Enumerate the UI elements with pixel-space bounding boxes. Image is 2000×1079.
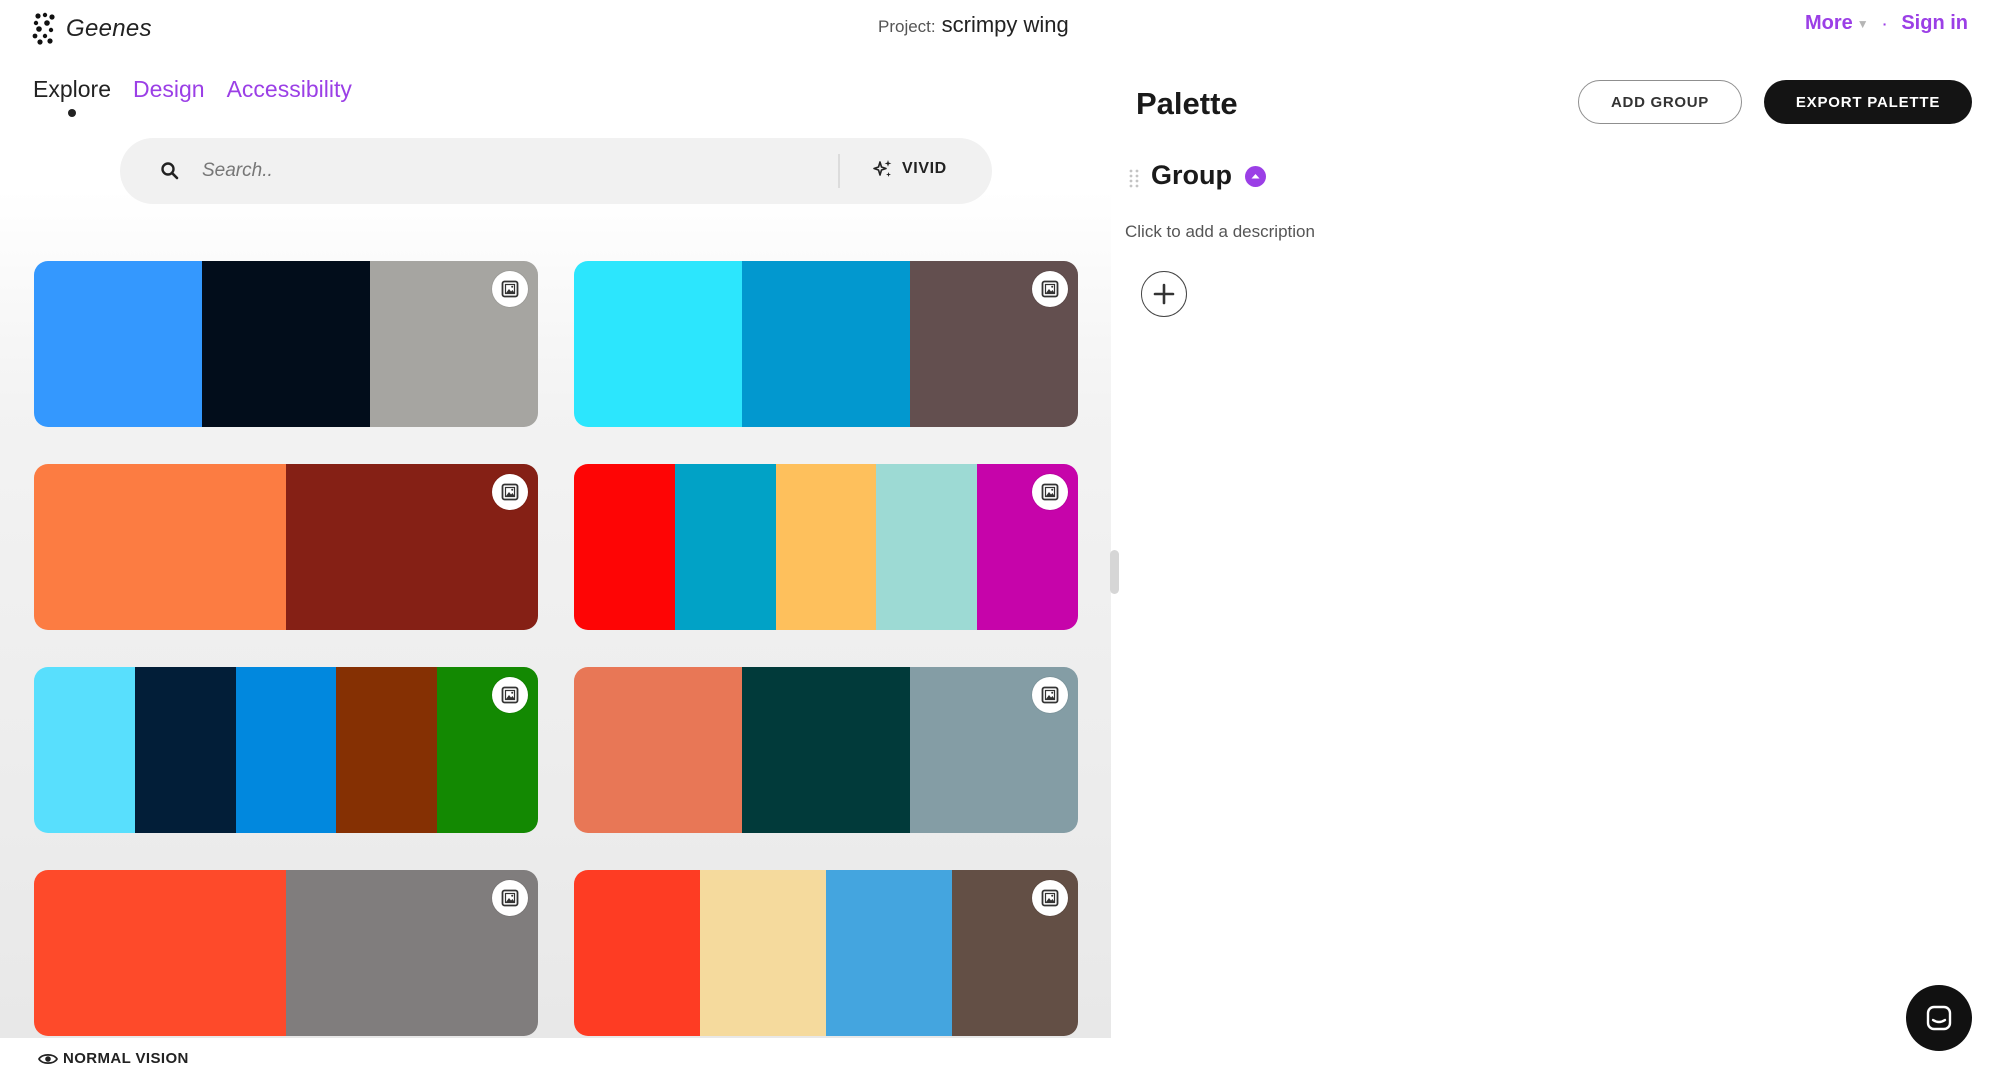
drag-handle-icon[interactable] [1128, 168, 1140, 188]
caret-down-icon: ▼ [1856, 16, 1869, 31]
palette-card[interactable] [574, 667, 1078, 833]
image-glyph [1041, 280, 1059, 298]
search-bar: VIVID [120, 138, 992, 204]
palette-card[interactable] [574, 870, 1078, 1036]
color-swatch[interactable] [574, 464, 675, 630]
color-swatch[interactable] [742, 667, 910, 833]
image-icon[interactable] [492, 474, 528, 510]
tab-design[interactable]: Design [133, 76, 205, 103]
color-swatch[interactable] [34, 261, 202, 427]
export-palette-button[interactable]: EXPORT PALETTE [1764, 80, 1972, 124]
vivid-toggle[interactable]: VIVID [872, 158, 947, 180]
color-swatch[interactable] [700, 870, 826, 1036]
palette-card[interactable] [34, 261, 538, 427]
color-swatch[interactable] [574, 870, 700, 1036]
more-menu[interactable]: More ▼ [1805, 12, 1869, 35]
image-glyph [1041, 686, 1059, 704]
add-color-button[interactable] [1141, 271, 1187, 317]
image-icon[interactable] [492, 880, 528, 916]
eye-icon [38, 1053, 58, 1064]
project-name-area[interactable]: Project: scrimpy wing [878, 12, 1069, 38]
color-swatch[interactable] [235, 667, 337, 833]
image-glyph [501, 280, 519, 298]
sign-in-link[interactable]: Sign in [1901, 12, 1968, 35]
image-icon[interactable] [1032, 880, 1068, 916]
color-swatch[interactable] [742, 261, 910, 427]
logo[interactable]: Geenes [32, 12, 152, 46]
chat-support-button[interactable] [1906, 985, 1972, 1051]
group-title[interactable]: Group [1151, 160, 1232, 191]
project-label: Project: [878, 17, 936, 36]
image-icon[interactable] [492, 677, 528, 713]
nav-separator: · [1882, 15, 1888, 32]
tab-explore[interactable]: Explore [33, 76, 111, 117]
image-icon[interactable] [1032, 677, 1068, 713]
vision-label: NORMAL VISION [63, 1050, 189, 1067]
group-description[interactable]: Click to add a description [1125, 222, 1315, 242]
image-icon[interactable] [1032, 271, 1068, 307]
chat-icon [1926, 1005, 1952, 1031]
add-group-button[interactable]: ADD GROUP [1578, 80, 1742, 124]
image-icon[interactable] [492, 271, 528, 307]
image-glyph [1041, 483, 1059, 501]
color-swatch[interactable] [876, 464, 978, 630]
image-glyph [501, 483, 519, 501]
color-swatch[interactable] [574, 261, 742, 427]
color-swatch[interactable] [674, 464, 776, 630]
logo-icon [32, 12, 55, 45]
color-swatch[interactable] [34, 870, 286, 1036]
color-swatch[interactable] [826, 870, 952, 1036]
palette-card[interactable] [574, 464, 1078, 630]
image-glyph [501, 686, 519, 704]
explore-panel: Explore Design Accessibility VIVID [0, 0, 1111, 1038]
color-swatch[interactable] [202, 261, 370, 427]
collapse-group-button[interactable] [1245, 166, 1266, 187]
plus-icon [1153, 283, 1175, 305]
palette-card[interactable] [34, 870, 538, 1036]
color-swatch[interactable] [34, 667, 135, 833]
vivid-label: VIVID [902, 160, 947, 177]
panel-resize-handle[interactable] [1110, 550, 1119, 594]
logo-text: Geenes [66, 15, 152, 42]
main-tabs: Explore Design Accessibility [33, 76, 352, 117]
search-icon [161, 162, 179, 180]
palette-card[interactable] [574, 261, 1078, 427]
chevron-up-icon [1251, 174, 1260, 179]
top-nav: More ▼ · Sign in [1805, 12, 1968, 35]
palette-card[interactable] [34, 464, 538, 630]
image-icon[interactable] [1032, 474, 1068, 510]
palette-card[interactable] [34, 667, 538, 833]
project-name[interactable]: scrimpy wing [942, 12, 1069, 38]
image-glyph [501, 889, 519, 907]
search-divider [838, 154, 840, 188]
sparkle-icon [873, 160, 892, 177]
palette-title: Palette [1136, 86, 1238, 121]
image-glyph [1041, 889, 1059, 907]
color-swatch[interactable] [336, 667, 438, 833]
tab-accessibility[interactable]: Accessibility [227, 76, 352, 103]
color-swatch[interactable] [34, 464, 286, 630]
color-swatch[interactable] [775, 464, 877, 630]
color-swatch[interactable] [574, 667, 742, 833]
vision-mode-toggle[interactable]: NORMAL VISION [38, 1050, 189, 1067]
color-swatch[interactable] [134, 667, 236, 833]
more-label: More [1804, 12, 1853, 34]
search-input[interactable] [202, 152, 802, 190]
